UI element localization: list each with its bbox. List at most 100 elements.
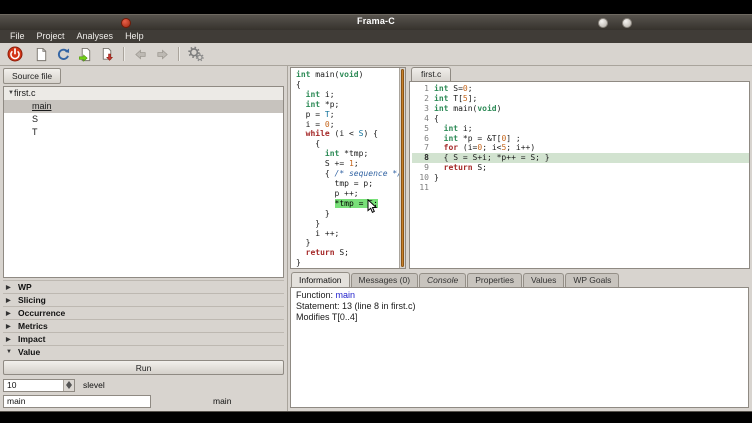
- cil-code-panel: int main(void){ int i; int *p; p = T; i …: [290, 67, 406, 269]
- tree-item-label: T: [32, 126, 38, 139]
- quit-button[interactable]: [5, 45, 24, 64]
- tree-item-main[interactable]: main: [4, 100, 283, 113]
- code-line[interactable]: 2int T[5];: [412, 94, 749, 104]
- slevel-spinbox[interactable]: [3, 379, 75, 392]
- code-line[interactable]: S += 1;: [296, 159, 396, 169]
- code-token: p ++;: [296, 189, 359, 198]
- tree-item-t[interactable]: T: [4, 126, 283, 139]
- code-line[interactable]: 8 { S = S+i; *p++ = S; }: [412, 153, 749, 163]
- code-line[interactable]: i ++;: [296, 229, 396, 239]
- function-link[interactable]: main: [336, 290, 356, 300]
- code-line[interactable]: }: [296, 258, 396, 268]
- code-token: S=: [448, 84, 462, 93]
- reload-button[interactable]: [54, 45, 73, 64]
- section-metrics[interactable]: ▶ Metrics: [3, 319, 284, 332]
- code-line[interactable]: p = T;: [296, 110, 396, 120]
- main-function-label: main: [213, 396, 231, 406]
- code-line[interactable]: 7 for (i=0; i<5; i++): [412, 143, 749, 153]
- main-function-input[interactable]: [3, 395, 151, 408]
- code-line[interactable]: *tmp = S;: [296, 199, 396, 209]
- spin-down-button[interactable]: [64, 385, 74, 391]
- back-button[interactable]: [131, 45, 150, 64]
- code-line[interactable]: 11: [412, 183, 749, 193]
- spin-buttons: [63, 380, 74, 391]
- analyses-button[interactable]: [186, 45, 205, 64]
- forward-button[interactable]: [153, 45, 172, 64]
- code-token: int: [296, 70, 310, 79]
- tab-information[interactable]: Information: [291, 272, 350, 287]
- section-impact[interactable]: ▶ Impact: [3, 332, 284, 345]
- tab-first-c[interactable]: first.c: [411, 67, 451, 81]
- code-token: (i <: [330, 129, 359, 138]
- code-line[interactable]: p ++;: [296, 189, 396, 199]
- run-button[interactable]: Run: [3, 360, 284, 375]
- code-line[interactable]: return S;: [296, 248, 396, 258]
- tab-wp-goals[interactable]: WP Goals: [565, 273, 619, 287]
- collapsed-icon: ▶: [6, 284, 14, 291]
- code-line[interactable]: int main(void): [296, 70, 396, 80]
- code-line[interactable]: 10}: [412, 173, 749, 183]
- collapsed-icon: ▶: [6, 336, 14, 343]
- code-token: S +=: [296, 159, 349, 168]
- load-session-button[interactable]: [76, 45, 95, 64]
- code-line[interactable]: int i;: [296, 90, 396, 100]
- window-minimize-button[interactable]: [598, 18, 608, 28]
- code-token: [296, 149, 325, 158]
- slevel-input[interactable]: [4, 380, 63, 391]
- tab-messages[interactable]: Messages (0): [351, 273, 419, 287]
- line-number: 9: [412, 163, 429, 173]
- code-token: {: [434, 114, 439, 123]
- code-line[interactable]: 9 return S;: [412, 163, 749, 173]
- code-token: *tmp = S;: [335, 199, 378, 208]
- menu-project[interactable]: Project: [31, 30, 71, 43]
- source-file-button[interactable]: Source file: [3, 68, 61, 84]
- code-token: while: [306, 129, 330, 138]
- code-line[interactable]: int *tmp;: [296, 149, 396, 159]
- back-arrow-icon: [133, 47, 148, 62]
- menu-analyses[interactable]: Analyses: [71, 30, 120, 43]
- tab-values[interactable]: Values: [523, 273, 564, 287]
- code-line[interactable]: i = 0;: [296, 120, 396, 130]
- code-line[interactable]: int *p;: [296, 100, 396, 110]
- section-value[interactable]: ▼ Value: [3, 345, 284, 358]
- code-line[interactable]: 6 int *p = &T[0] ;: [412, 134, 749, 144]
- section-slicing[interactable]: ▶ Slicing: [3, 293, 284, 306]
- code-line[interactable]: 5 int i;: [412, 124, 749, 134]
- file-tree: ▼ first.c main S T: [3, 86, 284, 278]
- new-file-button[interactable]: [32, 45, 51, 64]
- save-session-button[interactable]: [98, 45, 117, 64]
- tab-properties[interactable]: Properties: [467, 273, 522, 287]
- save-session-icon: [100, 47, 115, 62]
- scrollbar-thumb[interactable]: [401, 69, 404, 267]
- tab-console[interactable]: Console: [419, 273, 466, 287]
- code-line[interactable]: }: [296, 238, 396, 248]
- code-line[interactable]: 4{: [412, 114, 749, 124]
- code-line[interactable]: {: [296, 139, 396, 149]
- tree-item-label: first.c: [14, 87, 36, 100]
- code-line[interactable]: tmp = p;: [296, 179, 396, 189]
- tree-item-s[interactable]: S: [4, 113, 283, 126]
- code-line[interactable]: { /* sequence */: [296, 169, 396, 179]
- code-token: int: [325, 149, 339, 158]
- expander-icon[interactable]: ▼: [4, 87, 14, 100]
- code-line[interactable]: 3int main(void): [412, 104, 749, 114]
- code-line[interactable]: {: [296, 80, 396, 90]
- cil-scrollbar[interactable]: [399, 68, 405, 268]
- code-token: ;: [330, 110, 335, 119]
- tree-item-first-c[interactable]: ▼ first.c: [4, 87, 283, 100]
- section-occurrence[interactable]: ▶ Occurrence: [3, 306, 284, 319]
- code-line[interactable]: }: [296, 209, 396, 219]
- section-label: Slicing: [18, 295, 46, 305]
- code-token: void: [339, 70, 358, 79]
- info-text: Modifies T[0..4]: [296, 312, 357, 322]
- code-token: ;: [468, 84, 473, 93]
- code-line[interactable]: }: [296, 219, 396, 229]
- code-line[interactable]: 1int S=0;: [412, 84, 749, 94]
- frama-c-window: Frama-C File Project Analyses Help: [0, 14, 752, 412]
- code-line[interactable]: while (i < S) {: [296, 129, 396, 139]
- menu-help[interactable]: Help: [119, 30, 150, 43]
- section-wp[interactable]: ▶ WP: [3, 280, 284, 293]
- window-maximize-button[interactable]: [622, 18, 632, 28]
- menu-file[interactable]: File: [4, 30, 31, 43]
- info-text: Function:: [296, 290, 336, 300]
